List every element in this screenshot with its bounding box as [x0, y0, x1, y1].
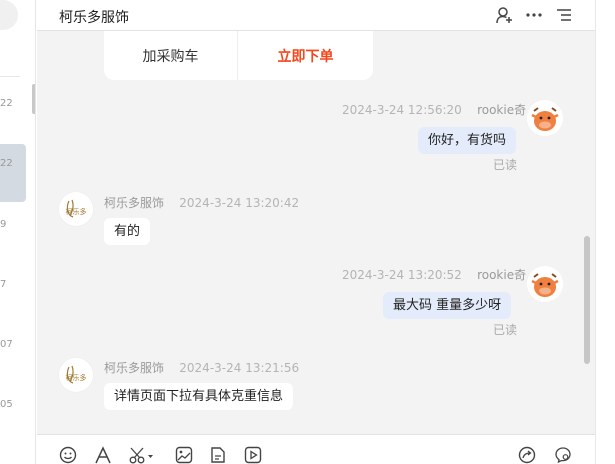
message-sender: rookie奇: [477, 103, 527, 117]
message-sender: 柯乐多服饰: [104, 196, 165, 210]
add-contact-icon[interactable]: [495, 6, 513, 24]
list-icon[interactable]: [555, 6, 573, 24]
message-bubble[interactable]: 详情页面下拉有具体克重信息: [104, 383, 294, 410]
chat-scrollbar[interactable]: [584, 236, 590, 364]
conversation-item-date[interactable]: 05: [0, 399, 20, 410]
buy-now-button[interactable]: 立即下单: [238, 31, 373, 80]
conversation-item-date[interactable]: 22: [0, 158, 20, 169]
conversation-item-date[interactable]: 07: [0, 339, 20, 350]
chat-header: 柯乐多服饰: [37, 0, 595, 31]
message-meta: 2024-3-24 13:20:52 rookie奇: [342, 266, 526, 283]
conversation-item-selected[interactable]: [0, 144, 26, 202]
avatar[interactable]: [527, 266, 563, 302]
avatar[interactable]: 柯乐多: [58, 357, 94, 393]
shop-logo-icon: 柯乐多: [58, 357, 94, 393]
shop-logo-text: 柯乐多: [66, 207, 87, 216]
chat-settings-icon[interactable]: [554, 446, 572, 464]
avatar[interactable]: 柯乐多: [58, 191, 94, 227]
message-bubble[interactable]: 最大码 重量多少呀: [383, 292, 512, 319]
divider: [0, 76, 20, 77]
right-panel-edge: [595, 0, 615, 464]
read-status: 已读: [493, 323, 518, 337]
avatar[interactable]: [527, 100, 563, 136]
more-icon[interactable]: [525, 6, 543, 24]
message-sender: 柯乐多服饰: [104, 361, 165, 375]
font-icon[interactable]: [94, 446, 112, 464]
screenshot-icon[interactable]: [129, 446, 155, 464]
message-time: 2024-3-24 13:20:52: [342, 268, 462, 282]
input-toolbar: [37, 434, 595, 464]
search-box[interactable]: [0, 0, 18, 30]
message-meta: 2024-3-24 12:56:20 rookie奇: [342, 101, 526, 118]
conversation-list: 22 22 9 7 07 05: [0, 0, 36, 464]
cow-avatar-icon: [527, 100, 563, 136]
message-time: 2024-3-24 13:21:56: [179, 361, 300, 375]
cow-avatar-icon: [527, 266, 563, 302]
message-time: 2024-3-24 13:20:42: [179, 196, 300, 210]
message-sender: rookie奇: [477, 268, 527, 282]
chat-panel: 柯乐多服饰 加采购车 立即下单 2024-3-24 12:56:20 rooki…: [37, 0, 595, 464]
video-icon[interactable]: [244, 446, 262, 464]
chat-title: 柯乐多服饰: [59, 10, 129, 26]
file-icon[interactable]: [209, 446, 227, 464]
conversation-item-date[interactable]: 9: [0, 219, 20, 230]
message-bubble[interactable]: 你好，有货吗: [418, 127, 517, 154]
message-meta: 柯乐多服饰 2024-3-24 13:20:42: [104, 194, 299, 211]
shop-logo-text: 柯乐多: [66, 373, 87, 382]
product-card: 加采购车 立即下单: [104, 31, 373, 80]
conversation-list-scrollbar[interactable]: [32, 84, 35, 114]
emoji-icon[interactable]: [59, 446, 77, 464]
conversation-item-date[interactable]: 7: [0, 279, 20, 290]
message-time: 2024-3-24 12:56:20: [342, 103, 462, 117]
message-bubble[interactable]: 有的: [104, 218, 151, 245]
message-meta: 柯乐多服饰 2024-3-24 13:21:56: [104, 359, 299, 376]
shop-logo-icon: 柯乐多: [58, 191, 94, 227]
add-to-cart-button[interactable]: 加采购车: [104, 31, 238, 80]
conversation-item-date[interactable]: 22: [0, 98, 20, 109]
share-icon[interactable]: [518, 446, 536, 464]
read-status: 已读: [493, 158, 518, 172]
image-icon[interactable]: [175, 446, 193, 464]
